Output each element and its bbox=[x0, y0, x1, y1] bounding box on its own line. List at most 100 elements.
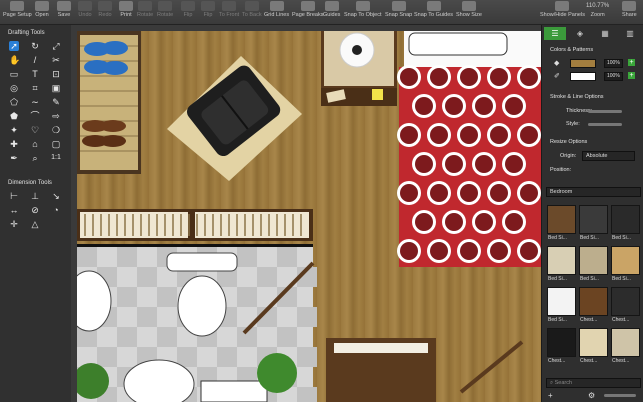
line-add-button[interactable]: + bbox=[628, 72, 635, 79]
style-slider[interactable] bbox=[588, 123, 622, 126]
dimension-radius-icon[interactable]: ◔ bbox=[51, 205, 61, 215]
thickness-slider[interactable] bbox=[588, 110, 622, 113]
share-button[interactable]: Share bbox=[622, 1, 637, 18]
save-button[interactable]: Save bbox=[57, 1, 71, 18]
snap-to-object-button[interactable]: Snap To Object bbox=[344, 1, 382, 18]
textbox-tool-icon[interactable]: ⊡ bbox=[51, 69, 61, 79]
library-item-label: Bed Si... bbox=[548, 317, 567, 323]
dimension-vertical-icon[interactable]: ⊥ bbox=[30, 191, 40, 201]
rectangle-tool-icon[interactable]: ▭ bbox=[9, 69, 19, 79]
library-item[interactable] bbox=[611, 205, 640, 234]
cross-tool-icon[interactable]: ✚ bbox=[9, 139, 19, 149]
print-button[interactable]: Print bbox=[119, 1, 133, 18]
dimension-horizontal-icon[interactable]: ⊢ bbox=[9, 191, 19, 201]
arc-tool-icon[interactable]: ⌒ bbox=[30, 111, 40, 121]
library-item[interactable] bbox=[611, 328, 640, 357]
flip-vertical-button[interactable]: Flip bbox=[201, 1, 215, 18]
shoe-rack[interactable] bbox=[77, 31, 141, 174]
curve-tool-icon[interactable]: ∼ bbox=[30, 97, 40, 107]
dimension-point-icon[interactable]: ✛ bbox=[9, 219, 19, 229]
dimension-triangle-icon[interactable]: △ bbox=[30, 219, 40, 229]
circle-tool-icon[interactable]: ◎ bbox=[9, 83, 19, 93]
line-opacity-field[interactable]: 100% bbox=[604, 72, 623, 81]
rotate-right-button[interactable]: Rotate bbox=[157, 1, 173, 18]
text-tool-icon[interactable]: T bbox=[30, 69, 40, 79]
page-breaks-button[interactable]: Page Breaks bbox=[292, 1, 324, 18]
zoom-control[interactable]: 110.77% Zoom bbox=[586, 1, 609, 18]
library-item[interactable] bbox=[579, 287, 608, 316]
frame-tool-icon[interactable]: ▢ bbox=[51, 139, 61, 149]
search-input[interactable]: ⌕ Search bbox=[546, 378, 641, 388]
fill-add-button[interactable]: + bbox=[628, 59, 635, 66]
bubble-tool-icon[interactable]: ❍ bbox=[51, 125, 61, 135]
bed-pattern-dot bbox=[445, 213, 463, 231]
line-tool-icon[interactable]: / bbox=[30, 55, 40, 65]
pentagon-tool-icon[interactable]: ⬟ bbox=[9, 111, 19, 121]
snap-to-guides-button[interactable]: Snap To Guides bbox=[414, 1, 453, 18]
fill-color-swatch[interactable] bbox=[570, 59, 596, 68]
tab-library[interactable]: ▥ bbox=[619, 27, 641, 40]
image-tool-icon[interactable]: ▣ bbox=[51, 83, 61, 93]
rug-with-armchair[interactable] bbox=[167, 56, 302, 181]
dimension-diameter-icon[interactable]: ⊘ bbox=[30, 205, 40, 215]
tab-layers[interactable]: ◈ bbox=[569, 27, 591, 40]
pencil-tool-icon[interactable]: ✎ bbox=[51, 97, 61, 107]
library-category-select[interactable]: Bedroom bbox=[546, 187, 641, 197]
flip-horizontal-button[interactable]: Flip bbox=[181, 1, 195, 18]
actual-size-icon[interactable]: 1:1 bbox=[49, 153, 63, 163]
library-item[interactable] bbox=[579, 328, 608, 357]
to-back-button[interactable]: To Back bbox=[242, 1, 262, 18]
stamp-tool-icon[interactable]: ⌂ bbox=[30, 139, 40, 149]
origin-select[interactable]: Absolute bbox=[582, 151, 635, 161]
library-item[interactable] bbox=[579, 246, 608, 275]
library-item[interactable] bbox=[611, 246, 640, 275]
library-item[interactable] bbox=[547, 205, 576, 234]
heart-tool-icon[interactable]: ♡ bbox=[30, 125, 40, 135]
floor-plan-canvas[interactable] bbox=[77, 31, 541, 402]
bed-pattern-dot bbox=[475, 155, 493, 173]
to-front-button[interactable]: To Front bbox=[219, 1, 239, 18]
tab-style[interactable]: ☰ bbox=[544, 27, 566, 40]
snap-snap-button[interactable]: Snap Snap bbox=[385, 1, 412, 18]
library-item[interactable] bbox=[547, 246, 576, 275]
library-item[interactable] bbox=[547, 287, 576, 316]
polygon-tool-icon[interactable]: ⬠ bbox=[9, 97, 19, 107]
dresser-row[interactable] bbox=[77, 209, 313, 241]
bathroom[interactable] bbox=[77, 244, 317, 402]
arrow-shape-icon[interactable]: ⇨ bbox=[51, 111, 61, 121]
rotate-left-button[interactable]: Rotate bbox=[137, 1, 153, 18]
paint-bucket-icon: ◆ bbox=[554, 60, 560, 67]
nightstand-with-lamp[interactable] bbox=[321, 31, 397, 106]
redo-button[interactable]: Redo bbox=[98, 1, 112, 18]
show-hide-panels-button[interactable]: Show/Hide Panels bbox=[540, 1, 585, 18]
fill-opacity-field[interactable]: 100% bbox=[604, 59, 623, 68]
dimension-align-icon[interactable]: ↔ bbox=[9, 205, 19, 215]
arrow-select-icon[interactable]: ➚ bbox=[9, 41, 19, 51]
library-item[interactable] bbox=[611, 287, 640, 316]
magnifier-icon[interactable]: ⌕ bbox=[30, 153, 40, 163]
library-item[interactable] bbox=[579, 205, 608, 234]
page-setup-button[interactable]: Page Setup bbox=[3, 1, 32, 18]
guides-button[interactable]: Guides bbox=[323, 1, 340, 18]
crop-tool-icon[interactable]: ⌗ bbox=[30, 83, 40, 93]
chest-bottom[interactable] bbox=[326, 338, 436, 402]
hand-tool-icon[interactable]: ✋ bbox=[9, 55, 20, 65]
open-button[interactable]: Open bbox=[35, 1, 49, 18]
bed[interactable] bbox=[397, 31, 541, 267]
gear-icon[interactable]: ⚙ bbox=[588, 391, 595, 400]
add-item-icon[interactable]: + bbox=[548, 391, 553, 400]
scissors-icon[interactable]: ✂ bbox=[51, 55, 61, 65]
eyedropper-icon[interactable]: ✒ bbox=[9, 153, 19, 163]
grid-lines-button[interactable]: Grid Lines bbox=[264, 1, 289, 18]
rotate-tool-icon[interactable]: ↻ bbox=[30, 41, 40, 51]
show-size-button[interactable]: Show Size bbox=[456, 1, 482, 18]
tab-grid[interactable]: ▦ bbox=[594, 27, 616, 40]
thumbnail-size-slider[interactable] bbox=[604, 394, 636, 397]
dimension-angle-icon[interactable]: ↘ bbox=[51, 191, 61, 201]
star-tool-icon[interactable]: ✦ bbox=[9, 125, 19, 135]
main-toolbar: Page Setup Open Save Undo Redo Print Rot… bbox=[0, 0, 643, 25]
undo-button[interactable]: Undo bbox=[78, 1, 92, 18]
library-item[interactable] bbox=[547, 328, 576, 357]
resize-tool-icon[interactable]: ⤢ bbox=[51, 41, 61, 51]
line-color-swatch[interactable] bbox=[570, 72, 596, 81]
